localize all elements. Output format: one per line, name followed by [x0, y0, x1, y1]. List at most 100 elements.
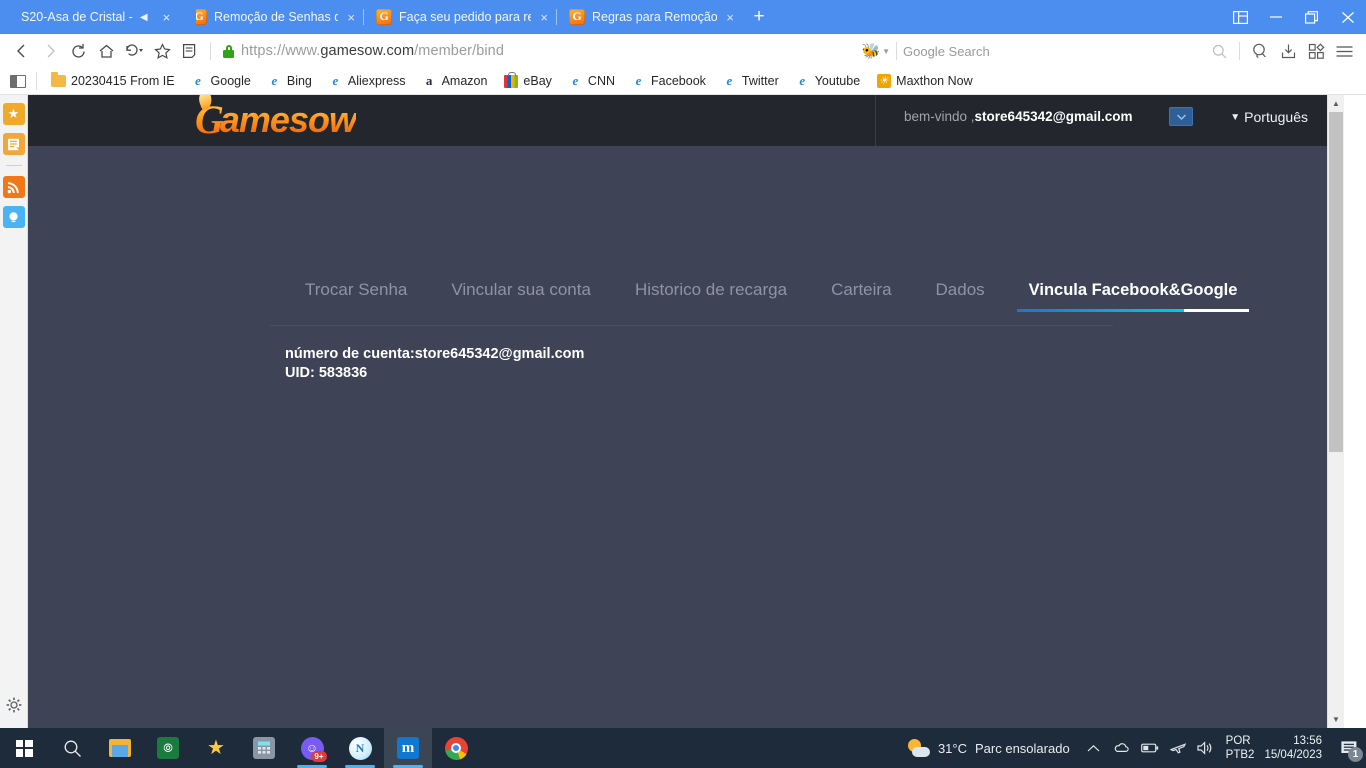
- taskbar-chrome[interactable]: [432, 728, 480, 768]
- scrollbar-thumb[interactable]: [1329, 112, 1343, 452]
- back-icon[interactable]: [8, 37, 36, 65]
- tab-dados[interactable]: Dados: [914, 280, 1007, 312]
- ie-icon: e: [726, 73, 733, 88]
- close-icon[interactable]: ×: [726, 11, 734, 24]
- account-number-line: número de cuenta:store645342@gmail.com: [285, 346, 585, 362]
- close-icon[interactable]: ×: [347, 11, 355, 24]
- locale-top: POR: [1225, 735, 1251, 747]
- taskbar-calculator[interactable]: [240, 728, 288, 768]
- search-engine-icon[interactable]: 🐝: [860, 41, 882, 61]
- battery-icon[interactable]: [1136, 728, 1164, 768]
- bookmark-label: Amazon: [441, 74, 488, 88]
- close-icon[interactable]: ×: [163, 10, 171, 25]
- bookmark-label: Aliexpress: [347, 74, 406, 88]
- taskbar-search[interactable]: [48, 728, 96, 768]
- bookmark-item[interactable]: a Amazon: [414, 70, 496, 92]
- weather-widget[interactable]: 31°C Parc ensolarado: [898, 739, 1080, 757]
- onedrive-icon[interactable]: [1108, 728, 1136, 768]
- minimize-icon[interactable]: [1258, 0, 1294, 34]
- star-icon[interactable]: ★: [2, 103, 25, 125]
- tab-historico-de-recarga[interactable]: Historico de recarga: [613, 280, 809, 312]
- toolbar-divider: [210, 42, 211, 60]
- notification-center-button[interactable]: 1: [1332, 728, 1366, 768]
- taskbar-nm-browser[interactable]: N: [336, 728, 384, 768]
- ie-icon: e: [271, 73, 278, 88]
- rss-icon[interactable]: [2, 176, 25, 198]
- bookmark-item[interactable]: 20230415 From IE: [43, 70, 183, 92]
- browser-tab[interactable]: Faça seu pedido para re ×: [364, 0, 556, 34]
- browser-tab[interactable]: S20-Asa de Cristal - ◀ ×: [0, 0, 196, 34]
- bookmark-item[interactable]: eBay: [495, 70, 560, 92]
- scroll-up-arrow[interactable]: ▲: [1328, 95, 1344, 112]
- tab-trocar-senha[interactable]: Trocar Senha: [283, 280, 429, 312]
- site-header: G amesow bem-vindo ,store645342@gmail.co…: [28, 95, 1344, 146]
- favorite-star-icon[interactable]: [148, 37, 176, 65]
- amazon-icon: a: [425, 73, 433, 88]
- tab-label: Vincula Facebook&Google: [1028, 281, 1238, 299]
- apps-grid-icon[interactable]: [1302, 37, 1330, 65]
- gamesow-logo[interactable]: G amesow: [195, 97, 357, 143]
- clock-and-locale[interactable]: POR PTB2 13:56 15/04/2023: [1220, 734, 1332, 762]
- note-icon[interactable]: [2, 133, 25, 155]
- tab-vincula-facebook-google[interactable]: Vincula Facebook&Google: [1007, 281, 1260, 312]
- reload-icon[interactable]: [64, 37, 92, 65]
- gamesow-favicon: [569, 8, 585, 25]
- tray-chevron-up-icon[interactable]: [1080, 728, 1108, 768]
- gear-icon[interactable]: [5, 696, 23, 714]
- bookmark-item[interactable]: e Aliexpress: [320, 70, 414, 92]
- bookmark-item[interactable]: e Facebook: [623, 70, 714, 92]
- browser-window: Gamesow|Top Jogos Fre × Remoção de Senha…: [0, 0, 1366, 728]
- reader-notes-icon[interactable]: [176, 37, 204, 65]
- tab-vincular-sua-conta[interactable]: Vincular sua conta: [429, 280, 613, 312]
- search-box[interactable]: Google Search: [903, 37, 1233, 65]
- mute-icon[interactable]: ◀: [140, 12, 148, 23]
- language-selector[interactable]: ▼ Português: [1230, 109, 1308, 125]
- maximize-restore-icon[interactable]: [1294, 0, 1330, 34]
- bookmark-item[interactable]: Maxthon Now: [868, 70, 980, 92]
- account-menu-button[interactable]: [1169, 107, 1193, 126]
- download-icon[interactable]: [1274, 37, 1302, 65]
- browser-tab[interactable]: Regras para Remoção d ×: [557, 0, 742, 34]
- menu-icon[interactable]: [1330, 37, 1358, 65]
- volume-icon[interactable]: [1192, 728, 1220, 768]
- bulb-icon[interactable]: [2, 206, 25, 228]
- bookmark-item[interactable]: e Bing: [259, 70, 320, 92]
- tabs-divider: [270, 325, 1113, 326]
- chevron-down-icon[interactable]: ▼: [882, 47, 890, 56]
- airplane-icon[interactable]: [1164, 728, 1192, 768]
- bookmark-divider: [36, 72, 37, 90]
- bookmark-item[interactable]: e Youtube: [787, 70, 868, 92]
- history-undo-icon[interactable]: [120, 37, 148, 65]
- clock: 13:56 15/04/2023: [1264, 734, 1322, 762]
- taskbar-star-app[interactable]: ★: [192, 728, 240, 768]
- chevron-down-icon: ▼: [1230, 111, 1241, 123]
- forward-icon[interactable]: [36, 37, 64, 65]
- bookmark-label: Google: [210, 74, 251, 88]
- ie-icon: e: [332, 73, 339, 88]
- calculator-icon: [253, 737, 275, 759]
- address-bar[interactable]: https://www.gamesow.com/member/bind: [217, 37, 860, 65]
- taskbar-xbox[interactable]: ⦾: [144, 728, 192, 768]
- scroll-down-arrow[interactable]: ▼: [1328, 711, 1344, 728]
- windows-logo-icon: [15, 739, 33, 757]
- taskbar-discord[interactable]: ☺ 9+: [288, 728, 336, 768]
- browser-tab[interactable]: Remoção de Senhas de ×: [179, 0, 363, 34]
- taskbar-maxthon[interactable]: m: [384, 728, 432, 768]
- split-view-icon[interactable]: [1222, 0, 1258, 34]
- resource-sniffer-icon[interactable]: [1246, 37, 1274, 65]
- new-tab-button[interactable]: +: [742, 0, 776, 34]
- start-button[interactable]: [0, 728, 48, 768]
- close-icon[interactable]: [1330, 0, 1366, 34]
- search-icon[interactable]: [1205, 37, 1233, 65]
- taskbar-file-explorer[interactable]: [96, 728, 144, 768]
- browser-tab-title: Regras para Remoção d: [592, 10, 718, 24]
- search-input[interactable]: Google Search: [903, 44, 1197, 59]
- bookmark-item[interactable]: e CNN: [560, 70, 623, 92]
- sidebar-toggle-icon[interactable]: [10, 74, 26, 88]
- bookmark-item[interactable]: e Google: [183, 70, 259, 92]
- bookmark-item[interactable]: e Twitter: [714, 70, 787, 92]
- tab-carteira[interactable]: Carteira: [809, 280, 913, 312]
- close-icon[interactable]: ×: [540, 11, 548, 24]
- page-scrollbar[interactable]: ▲ ▼: [1327, 95, 1344, 728]
- home-icon[interactable]: [92, 37, 120, 65]
